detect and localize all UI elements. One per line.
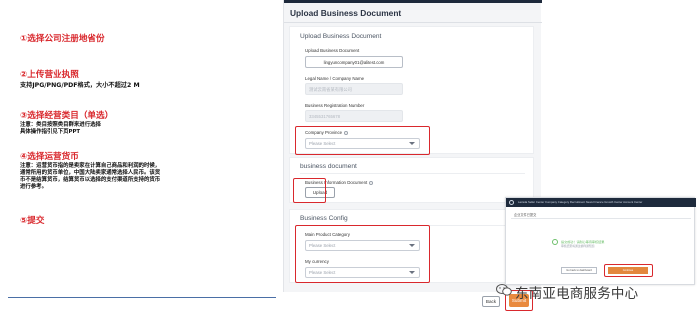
- upload-panel: Upload Business Document Upload Business…: [283, 0, 542, 292]
- business-doc-divider: [300, 173, 525, 174]
- success-page-thumbnail: Lazada Seller Center Company Category Re…: [505, 197, 696, 285]
- thumbnail-nav: Lazada Seller Center Company Category Re…: [518, 200, 643, 204]
- step-5: ⑤提交: [20, 216, 270, 227]
- back-button[interactable]: Back: [482, 296, 500, 307]
- reg-number-field: 3345531765678: [305, 110, 403, 122]
- step-3-note-2: 具体操作指引见下页PPT: [20, 129, 81, 135]
- highlight-config: [295, 225, 430, 283]
- watermark: 东南亚电商服务中心: [515, 286, 639, 302]
- step-5-title: ⑤提交: [20, 216, 45, 226]
- step-2-title: ②上传营业执照: [20, 70, 79, 80]
- step-1-title: ①选择公司注册地省份: [20, 34, 105, 44]
- highlight-province: [295, 126, 430, 155]
- check-circle-icon: [552, 239, 558, 245]
- thumbnail-title: 企业文件已提交: [514, 213, 537, 217]
- business-doc-title: business document: [300, 163, 357, 170]
- panel-topbar: [284, 0, 542, 3]
- logo-icon: [509, 200, 514, 205]
- bottom-divider: [8, 297, 276, 298]
- wechat-icon: [496, 284, 512, 296]
- legal-name-field: 测试云南省某有限公司: [305, 83, 403, 95]
- step-2: ②上传营业执照 支持JPG/PNG/PDF格式，大小不超过2 M: [20, 70, 270, 90]
- email-field[interactable]: lingyuncompany01@alitest.com: [305, 56, 403, 68]
- highlight-upload: [293, 178, 326, 203]
- document-card-title: Upload Business Document: [300, 33, 382, 40]
- step-3: ③选择经营类目（单选） 注意：类目按照类目群来进行选择 具体操作指引见下页PPT: [20, 111, 270, 136]
- step-3-title: ③选择经营类目（单选）: [20, 111, 114, 121]
- step-4-note-4: 进行参考。: [20, 184, 47, 190]
- slide-canvas: ①选择公司注册地省份 ②上传营业执照 支持JPG/PNG/PDF格式，大小不超过…: [0, 0, 698, 321]
- step-2-note: 支持JPG/PNG/PDF格式，大小不超过2 M: [20, 82, 140, 89]
- info-icon: [369, 180, 374, 185]
- panel-header: Upload Business Document: [290, 8, 402, 18]
- thumbnail-sub-message: 审核结果将通过邮件通知您: [561, 244, 595, 248]
- business-config-title: Business Config: [300, 215, 348, 222]
- highlight-continue: [604, 264, 653, 277]
- step-1: ①选择公司注册地省份: [20, 34, 270, 45]
- step-4: ④选择运营货币 注意：运营货币指的是卖家在计算自己商品和利润的时候， 通常所用的…: [20, 152, 270, 191]
- step-4-note-1: 注意：运营货币指的是卖家在计算自己商品和利润的时候，: [20, 163, 161, 169]
- reg-number-label: Business Registration Number: [305, 103, 365, 108]
- upload-doc-label: Upload Business Document: [305, 48, 360, 53]
- thumbnail-dashboard-button[interactable]: Go back to dashboard: [561, 267, 597, 274]
- panel-header-divider: [284, 22, 542, 23]
- step-4-title: ④选择运营货币: [20, 152, 79, 162]
- step-4-note-2: 通常所用的货币单位，中国大陆卖家通常选择人民币。该货: [20, 170, 161, 176]
- step-3-note-1: 注意：类目按照类目群来进行选择: [20, 122, 101, 128]
- thumbnail-divider: [511, 218, 691, 219]
- step-4-note-3: 币不是结算货币，结算货币以选择的支付渠道所支持的货币: [20, 177, 161, 183]
- legal-name-label: Legal Name / Company Name: [305, 76, 365, 81]
